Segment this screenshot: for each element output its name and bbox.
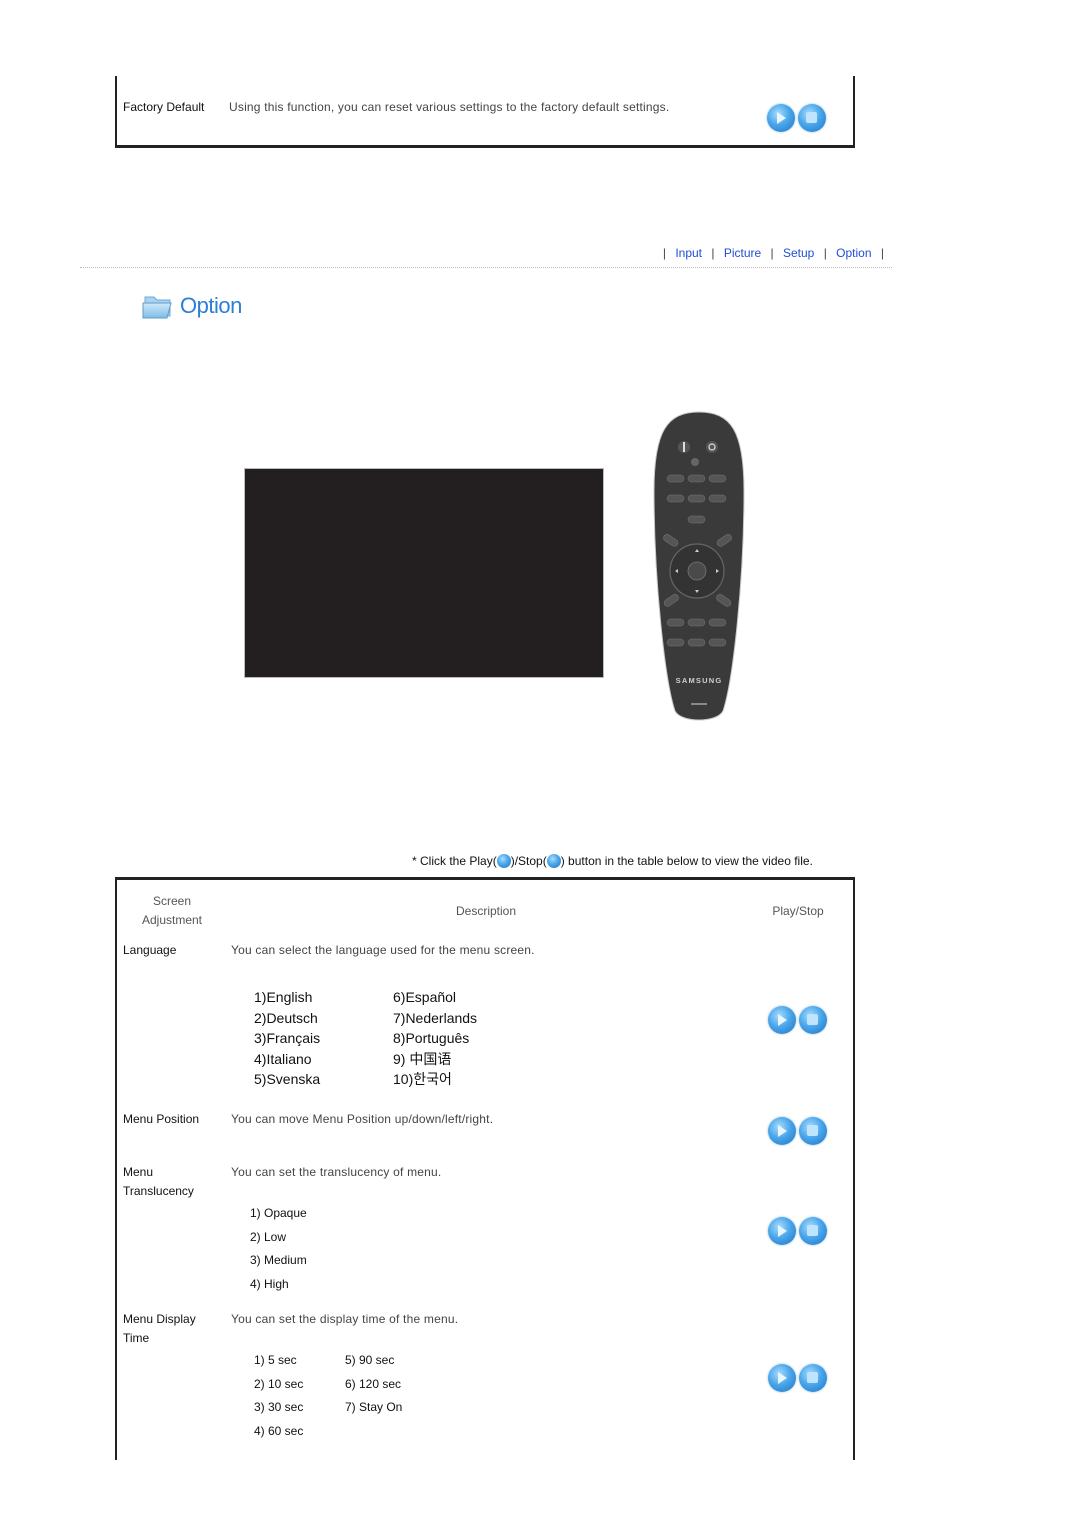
remote-brand: SAMSUNG	[676, 676, 723, 685]
row-description-menu-translucency: You can set the translucency of menu.	[231, 1165, 442, 1179]
display-time-option: 2) 10 sec	[254, 1376, 304, 1391]
row-description-language: You can select the language used for the…	[231, 943, 535, 957]
stop-icon	[806, 112, 817, 123]
stop-button[interactable]	[799, 1117, 827, 1145]
menu-display-time-play-stop	[768, 1364, 828, 1392]
language-option: 4)Italiano	[254, 1050, 312, 1067]
section-header: Option	[142, 292, 242, 320]
display-time-option: 1) 5 sec	[254, 1353, 297, 1367]
factory-default-description: Using this function, you can reset vario…	[229, 100, 670, 114]
stop-icon	[807, 1372, 818, 1383]
row-label-menu-display-time: Menu Display Time	[123, 1312, 196, 1345]
remote-control-image: SAMSUNG	[653, 411, 745, 721]
language-option: 1)English	[254, 989, 313, 1005]
translucency-option: 4) High	[250, 1276, 289, 1291]
language-option: 9) 中国语	[393, 1050, 452, 1067]
menu-position-play-stop	[768, 1117, 828, 1145]
nav-separator: |	[880, 246, 884, 260]
play-button[interactable]	[768, 1006, 796, 1034]
play-icon	[778, 1125, 787, 1137]
language-option: 3)Français	[254, 1030, 321, 1046]
nav-link-setup[interactable]: Setup	[783, 246, 814, 260]
play-icon	[496, 854, 511, 868]
power-off-button	[706, 441, 718, 453]
divider	[80, 267, 892, 268]
section-title: Option	[180, 293, 242, 318]
stop-button[interactable]	[798, 104, 826, 132]
translucency-option: 2) Low	[250, 1229, 287, 1244]
enter-button	[687, 561, 707, 581]
stop-button[interactable]	[799, 1217, 827, 1245]
language-play-stop	[768, 1006, 828, 1034]
video-screen	[244, 468, 604, 678]
play-button[interactable]	[768, 1364, 796, 1392]
menu-translucency-play-stop	[768, 1217, 828, 1245]
translucency-option: 3) Medium	[250, 1253, 307, 1267]
stop-icon	[807, 1225, 818, 1236]
play-button[interactable]	[768, 1217, 796, 1245]
nav-link-option[interactable]: Option	[836, 246, 871, 260]
language-option: 6)Español	[393, 989, 457, 1005]
stop-button[interactable]	[799, 1006, 827, 1034]
display-time-option: 5) 90 sec	[345, 1353, 395, 1367]
translucency-option: 1) Opaque	[250, 1206, 307, 1220]
row-description-menu-display-time: You can set the display time of the menu…	[231, 1312, 459, 1326]
display-time-option: 4) 60 sec	[254, 1423, 304, 1438]
nav-separator: |	[662, 246, 666, 260]
language-option: 5)Svenska	[254, 1071, 321, 1087]
row-description-menu-position: You can move Menu Position up/down/left/…	[231, 1112, 494, 1126]
language-option: 7)Nederlands	[393, 1009, 478, 1026]
factory-default-label: Factory Default	[123, 100, 205, 114]
nav-link-picture[interactable]: Picture	[724, 246, 761, 260]
display-time-options: 1) 5 sec 5) 90 sec 2) 10 sec 6) 120 sec …	[254, 1349, 435, 1443]
display-time-option: 3) 30 sec	[254, 1400, 304, 1414]
stop-icon	[807, 1125, 818, 1136]
folder-icon	[142, 296, 172, 319]
play-icon	[778, 1372, 787, 1384]
language-option: 8)Português	[393, 1030, 470, 1046]
nav-separator: |	[823, 246, 827, 260]
translucency-options: 1) Opaque 2) Low 3) Medium 4) High	[250, 1202, 307, 1296]
play-button[interactable]	[767, 104, 795, 132]
play-stop-note: * Click the Play()/Stop() button in the …	[412, 854, 813, 868]
header-play-stop: Play/Stop	[772, 904, 824, 918]
row-label-language: Language	[123, 943, 177, 957]
display-time-option: 6) 120 sec	[345, 1376, 402, 1391]
header-screen-adjustment: Screen Adjustment	[141, 894, 203, 927]
row-label-menu-position: Menu Position	[123, 1112, 200, 1126]
nav-separator: |	[770, 246, 774, 260]
section-nav: | Input | Picture | Setup | Option |	[663, 246, 884, 260]
display-time-option	[345, 1420, 435, 1444]
play-button[interactable]	[768, 1117, 796, 1145]
stop-icon	[807, 1014, 818, 1025]
language-option: 10)한국어	[393, 1071, 452, 1087]
play-icon	[777, 112, 786, 124]
nav-separator: |	[711, 246, 715, 260]
option-table	[115, 877, 855, 1460]
stop-button[interactable]	[799, 1364, 827, 1392]
language-options: 1)English 6)Español 2)Deutsch 7)Nederlan…	[254, 987, 513, 1090]
nav-link-input[interactable]: Input	[675, 246, 702, 260]
header-description: Description	[455, 904, 517, 918]
language-option: 2)Deutsch	[254, 1009, 318, 1026]
factory-default-play-stop	[767, 104, 827, 132]
play-icon	[778, 1014, 787, 1026]
row-label-menu-translucency: Menu Translucency	[123, 1165, 194, 1198]
display-time-option: 7) Stay On	[345, 1400, 403, 1414]
stop-icon	[546, 854, 561, 868]
play-icon	[778, 1225, 787, 1237]
